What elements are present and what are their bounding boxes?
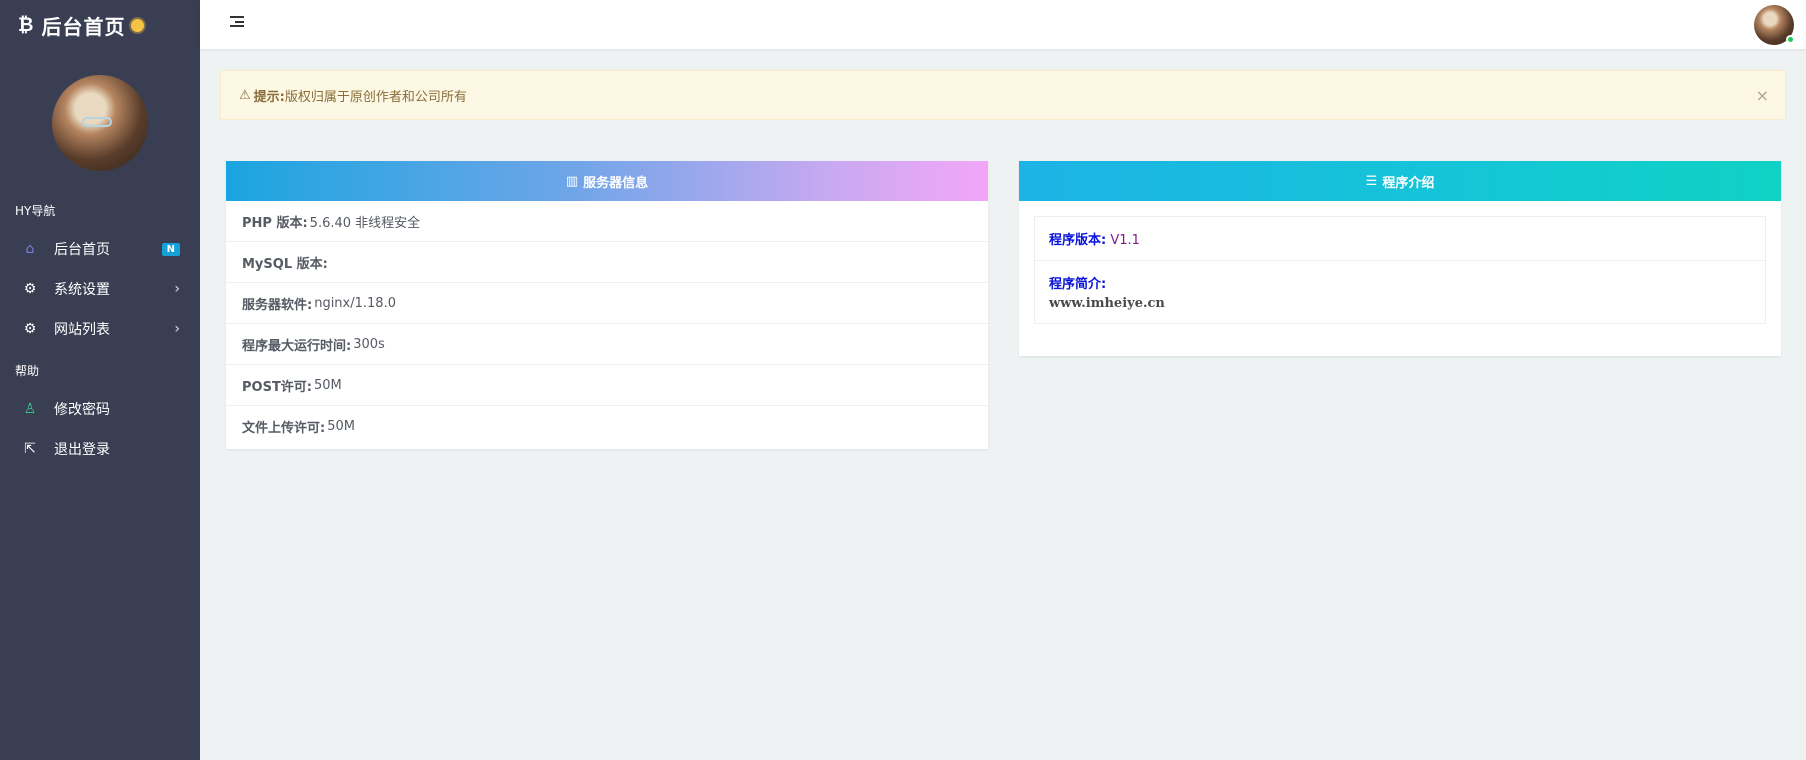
chevron-right-icon: ›	[174, 321, 180, 337]
sidebar-item-label: 修改密码	[54, 402, 110, 418]
sidebar-item-label: 系统设置	[54, 282, 110, 298]
bar-chart-icon: ▥	[565, 173, 579, 189]
notice-alert: ⚠ 提示: 版权归属于原创作者和公司所有 ×	[220, 70, 1786, 120]
program-url: www.imheiye.cn	[1049, 296, 1165, 311]
info-row-post-limit: POST许可: 50M	[226, 365, 988, 406]
sidebar-item-label: 网站列表	[54, 322, 110, 338]
row-value: 5.6.40 非线程安全	[309, 215, 421, 231]
program-intro-title: 程序介绍	[1382, 175, 1435, 191]
row-key: 程序版本:	[1049, 233, 1107, 248]
gear-icon: ⚙	[23, 321, 37, 337]
brand-title: 后台首页	[41, 14, 126, 39]
row-value: nginx/1.18.0	[314, 295, 396, 311]
sidebar-item-home[interactable]: ⌂ 后台首页 N	[0, 229, 200, 269]
row-value: 50M	[327, 419, 355, 434]
row-key: PHP 版本:	[242, 215, 308, 231]
user-icon: ♙	[23, 401, 37, 417]
profile	[0, 75, 200, 171]
sidebar-item-logout[interactable]: ⇱ 退出登录	[0, 429, 200, 469]
sidebar-item-label: 后台首页	[54, 242, 110, 258]
logout-icon: ⇱	[24, 441, 36, 457]
row-key: 服务器软件:	[242, 297, 313, 313]
sidebar: ₿ 后台首页 HY导航 ⌂ 后台首页 N ⚙ 系统设置 › ⚙ 网站列表 › 帮…	[0, 0, 200, 760]
program-intro-header: ☰ 程序介绍	[1019, 161, 1781, 201]
info-row-php: PHP 版本: 5.6.40 非线程安全	[226, 201, 988, 242]
program-info-box: 程序版本: V1.1 程序简介: www.imheiye.cn	[1034, 216, 1766, 324]
row-value: 50M	[314, 377, 342, 393]
sidebar-item-system-settings[interactable]: ⚙ 系统设置 ›	[0, 269, 200, 309]
user-avatar[interactable]	[1754, 5, 1795, 45]
info-row-server-software: 服务器软件: nginx/1.18.0	[226, 283, 988, 324]
nav-section-hy: HY导航	[15, 204, 56, 218]
brand[interactable]: ₿ 后台首页	[0, 0, 200, 50]
sidebar-item-site-list[interactable]: ⚙ 网站列表 ›	[0, 309, 200, 349]
info-row-mysql: MySQL 版本:	[226, 242, 988, 283]
warning-icon: ⚠	[239, 87, 251, 103]
bitcoin-icon: ₿	[18, 13, 34, 36]
avatar[interactable]	[52, 75, 148, 171]
program-intro-row: 程序简介: www.imheiye.cn	[1035, 261, 1765, 323]
gear-icon: ⚙	[23, 281, 37, 297]
online-status-dot	[1786, 35, 1795, 44]
alert-message: 版权归属于原创作者和公司所有	[284, 89, 467, 105]
sidebar-item-change-password[interactable]: ♙ 修改密码	[0, 389, 200, 429]
row-key: 程序最大运行时间:	[242, 338, 352, 354]
row-key: POST许可:	[242, 379, 313, 395]
row-key: 程序简介:	[1049, 277, 1107, 292]
program-intro-card: ☰ 程序介绍 程序版本: V1.1 程序简介: www.imheiye.cn	[1019, 161, 1781, 356]
nav-section-help: 帮助	[15, 364, 40, 378]
sidebar-item-label: 退出登录	[54, 442, 110, 458]
info-row-upload-limit: 文件上传许可: 50M	[226, 406, 988, 447]
close-icon[interactable]: ×	[1756, 86, 1769, 105]
row-value: V1.1	[1110, 233, 1140, 248]
program-version-row: 程序版本: V1.1	[1035, 217, 1765, 261]
home-icon: ⌂	[25, 241, 35, 257]
server-info-title: 服务器信息	[583, 175, 649, 191]
server-info-header: ▥ 服务器信息	[226, 161, 988, 201]
topbar	[200, 0, 1806, 50]
sun-icon	[131, 18, 145, 32]
row-key: 文件上传许可:	[242, 421, 326, 436]
menu-toggle-icon[interactable]	[230, 16, 244, 30]
row-value: 300s	[353, 336, 385, 352]
server-info-card: ▥ 服务器信息 PHP 版本: 5.6.40 非线程安全 MySQL 版本: 服…	[226, 161, 988, 449]
alert-prefix: 提示:	[253, 89, 285, 105]
info-row-max-exec-time: 程序最大运行时间: 300s	[226, 324, 988, 365]
new-badge: N	[161, 242, 180, 256]
chevron-right-icon: ›	[174, 281, 180, 297]
row-key: MySQL 版本:	[242, 256, 328, 272]
list-icon: ☰	[1365, 173, 1378, 189]
